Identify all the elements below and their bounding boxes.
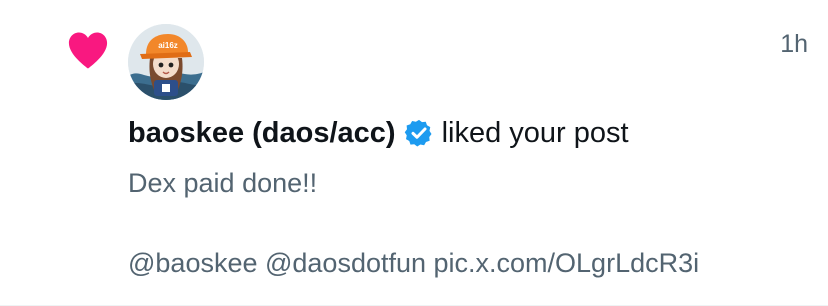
post-text[interactable]: Dex paid done!!: [128, 164, 317, 202]
avatar-hat-text: ai16z: [158, 41, 178, 50]
post-links[interactable]: @baoskee @daosdotfun pic.x.com/OLgrLdcR3…: [128, 244, 699, 282]
avatar-image: ai16z: [128, 24, 204, 100]
verified-badge-icon: [404, 119, 432, 147]
heart-icon: [68, 32, 108, 69]
user-display-name[interactable]: baoskee (daos/acc): [128, 114, 396, 152]
notification-action-text: liked your post: [441, 117, 629, 149]
like-notification[interactable]: ai16z 1h baoskee (daos/acc) liked your p…: [0, 0, 828, 306]
timestamp[interactable]: 1h: [780, 30, 808, 59]
avatar[interactable]: ai16z: [128, 24, 204, 100]
notification-headline: baoskee (daos/acc) liked your post: [128, 114, 629, 152]
